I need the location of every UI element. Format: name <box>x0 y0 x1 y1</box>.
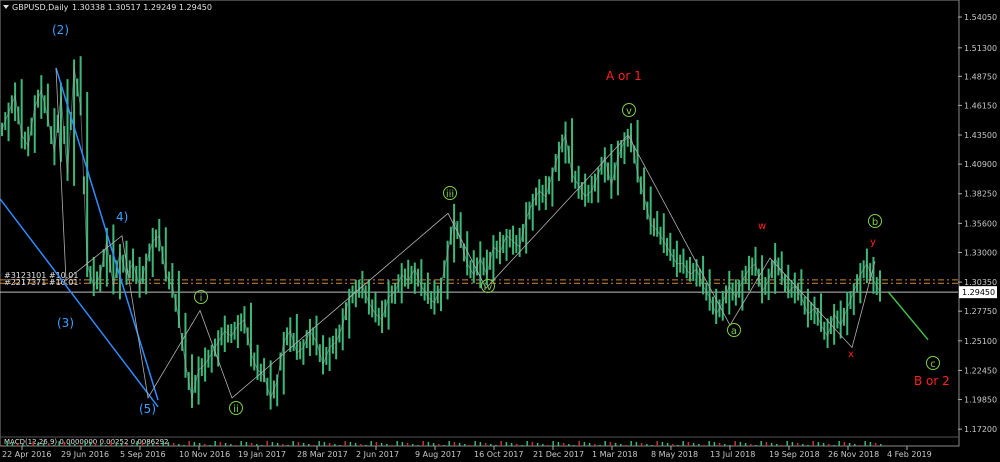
x-tick-label: 19 Jan 2017 <box>238 450 286 459</box>
wave-label: i <box>200 293 203 304</box>
y-tick-label: 1.38250 <box>964 190 997 199</box>
wave-zigzag <box>55 67 876 400</box>
wave-label: (2) <box>52 23 69 37</box>
y-tick-label: 1.22450 <box>964 366 997 375</box>
trendline-upper <box>55 67 159 401</box>
wave-label: c <box>930 359 936 370</box>
y-tick-label: 1.17200 <box>964 425 997 434</box>
x-tick-label: 22 Apr 2016 <box>2 450 51 459</box>
symbol-title: GBPUSD,Daily <box>12 3 69 12</box>
indicator-label: MACD(12,26,9) 0.0000000 0.00252 0.008629… <box>4 438 169 446</box>
plot-frame <box>0 0 960 447</box>
wave-label: ii <box>233 404 239 415</box>
wave-label: (3) <box>57 316 74 330</box>
wave-label: B or 2 <box>914 374 950 388</box>
wave-label: w <box>758 221 766 232</box>
wave-label: iv <box>484 282 493 293</box>
x-tick-label: 10 Nov 2016 <box>179 450 230 459</box>
x-tick-label: 2 Jun 2017 <box>356 450 399 459</box>
price-chart[interactable]: 1.54050 1.51300 1.48750 1.46150 1.43500 1.409… <box>0 0 1000 462</box>
x-tick-label: 8 May 2018 <box>651 450 698 459</box>
wave-label: 4) <box>116 210 128 224</box>
y-tick-label: 1.43500 <box>964 131 997 140</box>
x-tick-label: 4 Feb 2019 <box>887 450 932 459</box>
price-series-line <box>1 67 881 400</box>
y-tick-label: 1.46150 <box>964 101 997 110</box>
y-tick-label: 1.54050 <box>964 13 997 22</box>
y-tick-label: 1.35600 <box>964 219 997 228</box>
wave-label: y <box>870 237 876 248</box>
ohlc-readout: 1.30338 1.30517 1.29249 1.29450 <box>72 3 212 12</box>
y-tick-label: 1.19850 <box>964 396 997 405</box>
x-tick-label: 13 Jul 2018 <box>710 450 755 459</box>
y-tick-label: 1.51300 <box>964 44 997 53</box>
wave-label: v <box>626 106 632 117</box>
y-tick-label: 1.30350 <box>964 278 997 287</box>
x-tick-label: 1 Mar 2018 <box>592 450 638 459</box>
x-tick-label: 5 Sep 2016 <box>120 450 166 459</box>
symbol-menu-icon[interactable] <box>3 5 9 9</box>
y-tick-label: 1.40900 <box>964 160 997 169</box>
wave-label: iii <box>446 189 454 200</box>
y-tick-label: 1.27750 <box>964 307 997 316</box>
current-price-label: 1.29450 <box>962 288 995 297</box>
y-tick-label: 1.33000 <box>964 248 997 257</box>
y-tick-label: 1.48750 <box>964 72 997 81</box>
x-tick-label: 16 Oct 2017 <box>474 450 523 459</box>
x-tick-label: 19 Sep 2018 <box>769 450 820 459</box>
x-tick-label: 26 Nov 2018 <box>828 450 879 459</box>
wave-label: a <box>731 326 737 337</box>
x-tick-label: 21 Dec 2017 <box>533 450 584 459</box>
wave-label: A or 1 <box>606 69 642 83</box>
wave-label: b <box>872 217 878 228</box>
y-tick-label: 1.25100 <box>964 337 997 346</box>
trendline-lower <box>0 198 159 408</box>
x-tick-label: 9 Aug 2017 <box>415 450 461 459</box>
chart-canvas[interactable]: 1.54050 1.51300 1.48750 1.46150 1.43500 1.409… <box>0 0 1000 462</box>
x-tick-label: 29 Jun 2016 <box>61 450 109 459</box>
projection-line <box>887 291 929 341</box>
wave-label: x <box>848 349 854 360</box>
x-tick-label: 28 Mar 2017 <box>297 450 348 459</box>
wave-label: (5) <box>139 402 156 416</box>
